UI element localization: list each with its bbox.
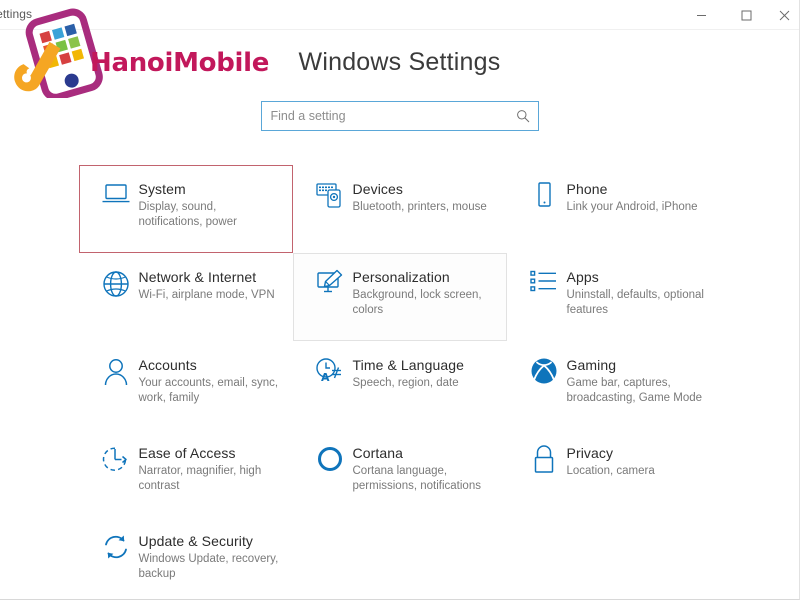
phone-icon — [521, 180, 567, 220]
tile-title: Ease of Access — [138, 445, 236, 461]
title-bar: Settings — [0, 0, 799, 30]
settings-tile-privacy[interactable]: Privacy Location, camera — [507, 429, 721, 517]
tile-subtitle: Game bar, captures, broadcasting, Game M… — [566, 377, 703, 404]
settings-tile-devices[interactable]: Devices Bluetooth, printers, mouse — [293, 165, 507, 253]
paintbrush-monitor-icon — [307, 268, 353, 308]
settings-tile-personalization[interactable]: Personalization Background, lock screen,… — [292, 253, 507, 341]
page-title: Windows Settings — [298, 48, 501, 76]
tile-title: System — [138, 181, 186, 197]
settings-tile-apps[interactable]: Apps Uninstall, defaults, optional featu… — [507, 253, 721, 341]
settings-grid: System Display, sound, notifications, po… — [78, 165, 721, 599]
tile-subtitle: Uninstall, defaults, optional features — [566, 289, 704, 316]
xbox-icon — [521, 356, 567, 396]
tile-text: Accounts Your accounts, email, sync, wor… — [139, 356, 282, 406]
window-controls — [679, 0, 799, 30]
list-icon — [521, 268, 567, 308]
tile-subtitle: Link your Android, iPhone — [566, 201, 698, 213]
tile-subtitle: Windows Update, recovery, backup — [138, 553, 279, 580]
lock-icon — [521, 444, 567, 484]
maximize-button[interactable] — [724, 0, 769, 30]
tile-text: Gaming Game bar, captures, broadcasting,… — [567, 356, 710, 406]
tile-subtitle: Display, sound, notifications, power — [138, 201, 237, 228]
tile-title: Privacy — [566, 445, 614, 461]
settings-window: Settings Windows Settings — [0, 0, 800, 600]
tile-text: Network & Internet Wi-Fi, airplane mode,… — [139, 268, 275, 303]
clock-language-icon: A — [307, 356, 353, 396]
settings-tile-update-security[interactable]: Update & Security Windows Update, recove… — [79, 517, 293, 599]
tile-title: Update & Security — [138, 533, 254, 549]
cortana-ring-icon — [307, 444, 353, 484]
tile-title: Gaming — [566, 357, 617, 373]
tile-title: Accounts — [138, 357, 197, 373]
search-icon[interactable] — [516, 109, 530, 123]
tile-subtitle: Location, camera — [566, 465, 655, 477]
tile-subtitle: Bluetooth, printers, mouse — [352, 201, 487, 213]
tile-text: Time & Language Speech, region, date — [353, 356, 465, 391]
settings-tile-gaming[interactable]: Gaming Game bar, captures, broadcasting,… — [507, 341, 721, 429]
tile-subtitle: Speech, region, date — [352, 377, 459, 389]
tile-title: Cortana — [352, 445, 404, 461]
devices-icon — [307, 180, 353, 220]
search-box[interactable] — [260, 101, 539, 131]
tile-title: Personalization — [352, 269, 450, 285]
tile-text: Privacy Location, camera — [567, 444, 655, 479]
tile-text: Apps Uninstall, defaults, optional featu… — [567, 268, 710, 318]
settings-tile-accounts[interactable]: Accounts Your accounts, email, sync, wor… — [79, 341, 293, 429]
tile-title: Time & Language — [352, 357, 464, 373]
tile-title: Devices — [352, 181, 403, 197]
globe-icon — [93, 268, 139, 308]
tile-text: Personalization Background, lock screen,… — [353, 268, 496, 318]
settings-tile-time-language[interactable]: A Time & Language Speech, region, date — [293, 341, 507, 429]
tile-title: Phone — [566, 181, 608, 197]
tile-subtitle: Your accounts, email, sync, work, family — [138, 377, 279, 404]
settings-tile-cortana[interactable]: Cortana Cortana language, permissions, n… — [293, 429, 507, 517]
tile-text: Devices Bluetooth, printers, mouse — [353, 180, 487, 215]
laptop-icon — [93, 180, 139, 220]
person-icon — [93, 356, 139, 396]
tile-text: Update & Security Windows Update, recove… — [139, 532, 282, 582]
ease-of-access-icon — [93, 444, 139, 484]
settings-tile-network-internet[interactable]: Network & Internet Wi-Fi, airplane mode,… — [79, 253, 293, 341]
settings-tile-ease-of-access[interactable]: Ease of Access Narrator, magnifier, high… — [79, 429, 293, 517]
search-input[interactable] — [261, 102, 538, 130]
search-row — [0, 101, 799, 131]
tile-subtitle: Cortana language, permissions, notificat… — [352, 465, 481, 492]
tile-subtitle: Wi-Fi, airplane mode, VPN — [138, 289, 275, 301]
tile-title: Apps — [566, 269, 599, 285]
close-button[interactable] — [769, 0, 799, 30]
tile-text: Ease of Access Narrator, magnifier, high… — [139, 444, 282, 494]
window-title: Settings — [0, 7, 33, 21]
tile-text: System Display, sound, notifications, po… — [139, 180, 282, 230]
settings-tile-phone[interactable]: Phone Link your Android, iPhone — [507, 165, 721, 253]
tile-title: Network & Internet — [138, 269, 257, 285]
tile-subtitle: Background, lock screen, colors — [352, 289, 482, 316]
tile-subtitle: Narrator, magnifier, high contrast — [138, 465, 262, 492]
settings-tile-system[interactable]: System Display, sound, notifications, po… — [78, 165, 293, 253]
tile-text: Cortana Cortana language, permissions, n… — [353, 444, 496, 494]
svg-text:A: A — [321, 371, 330, 384]
refresh-icon — [93, 532, 139, 572]
minimize-button[interactable] — [679, 0, 724, 30]
tile-text: Phone Link your Android, iPhone — [567, 180, 698, 215]
